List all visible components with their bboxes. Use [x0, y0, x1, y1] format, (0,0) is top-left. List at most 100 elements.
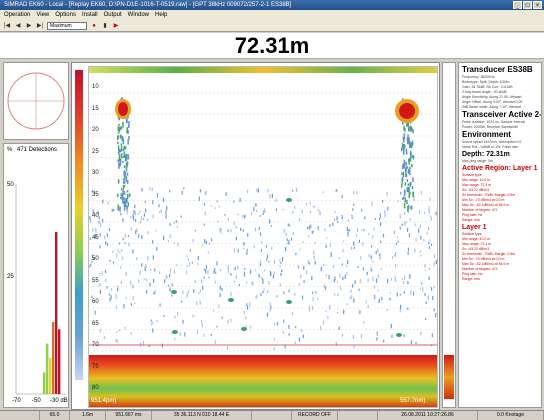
close-button[interactable]: ×	[533, 1, 542, 9]
record-button[interactable]: ●	[90, 22, 98, 30]
plume-target	[118, 126, 121, 133]
echo-target	[372, 235, 374, 239]
menu-install[interactable]: Install	[82, 10, 98, 20]
echo-target	[128, 242, 130, 247]
echo-target	[142, 218, 145, 220]
echo-target	[401, 277, 404, 280]
echo-target	[356, 227, 359, 232]
echo-target	[145, 208, 147, 213]
echo-target	[139, 220, 141, 224]
echo-target	[204, 211, 206, 216]
echo-target	[390, 323, 392, 329]
echo-target	[289, 224, 291, 227]
echo-target	[227, 229, 229, 232]
echo-target	[399, 214, 401, 219]
echo-target	[281, 269, 283, 273]
echo-target	[384, 210, 386, 214]
echo-target	[192, 239, 194, 243]
echo-target	[322, 191, 324, 194]
skip-end-button[interactable]: ▶|	[36, 22, 44, 30]
echo-target	[138, 279, 140, 284]
plume-target	[119, 148, 121, 153]
histogram-bar	[49, 358, 52, 394]
plume-target	[128, 136, 130, 140]
echo-target	[332, 222, 334, 226]
echo-target	[425, 301, 427, 304]
echo-target	[430, 217, 433, 221]
echo-target	[171, 294, 173, 297]
menu-options[interactable]: Options	[55, 10, 76, 20]
menu-window[interactable]: Window	[128, 10, 149, 20]
echo-target	[338, 326, 340, 331]
menu-output[interactable]: Output	[104, 10, 122, 20]
menu-operation[interactable]: Operation	[4, 10, 30, 20]
echo-target	[413, 197, 415, 201]
echo-target	[403, 211, 406, 215]
echo-target	[252, 282, 254, 286]
menu-help[interactable]: Help	[155, 10, 167, 20]
echo-target	[322, 320, 325, 325]
echo-target	[329, 304, 331, 310]
echo-target	[227, 217, 230, 221]
echo-target	[261, 278, 264, 281]
echo-target	[130, 227, 132, 231]
plume-target	[407, 206, 409, 212]
depth-tick-label: 20	[92, 127, 99, 133]
echo-target	[255, 203, 257, 207]
echo-target	[302, 241, 304, 243]
plume-target	[126, 172, 129, 176]
echo-target	[169, 274, 171, 278]
echo-target	[437, 233, 438, 237]
echo-target	[175, 220, 177, 223]
plume-target	[410, 205, 412, 210]
echo-target	[427, 295, 429, 300]
echo-target	[197, 262, 199, 265]
plume-target	[401, 172, 403, 176]
run-button[interactable]: ▶	[112, 22, 120, 30]
echo-target	[420, 331, 422, 336]
echo-target	[346, 272, 348, 275]
echo-target	[173, 270, 176, 274]
echo-target	[267, 290, 269, 293]
playback-speed-select[interactable]: Maximum	[47, 21, 87, 30]
echogram[interactable]	[88, 66, 438, 408]
echo-target	[407, 251, 409, 256]
play-button[interactable]: ▶	[25, 22, 33, 30]
plume-target	[408, 158, 410, 163]
depth-tick-label: 45	[92, 234, 99, 241]
echo-target	[314, 241, 316, 244]
echo-target	[432, 295, 434, 300]
echo-target	[113, 208, 115, 211]
echo-target	[120, 213, 122, 216]
minimize-button[interactable]: _	[513, 1, 522, 9]
echo-target	[275, 198, 277, 202]
plume-target	[117, 204, 120, 210]
echo-target	[242, 229, 244, 232]
echo-target	[253, 245, 255, 249]
echo-target	[314, 260, 316, 265]
echo-target	[246, 250, 248, 255]
echo-target	[144, 200, 146, 203]
echo-target	[360, 228, 363, 231]
echo-target	[312, 297, 314, 302]
pause-button[interactable]: ▮	[101, 22, 109, 30]
echo-target	[397, 240, 399, 243]
menu-view[interactable]: View	[36, 10, 49, 20]
echo-target	[336, 221, 339, 223]
echo-target	[237, 213, 239, 216]
echo-target	[173, 221, 175, 225]
echo-target	[295, 326, 297, 329]
step-back-button[interactable]: ◀	[14, 22, 22, 30]
echo-target	[336, 216, 338, 221]
echo-target	[138, 234, 140, 239]
echo-target	[353, 190, 355, 195]
echo-target	[399, 308, 401, 313]
skip-start-button[interactable]: |◀	[3, 22, 11, 30]
echo-target	[273, 271, 275, 275]
echo-target	[243, 310, 245, 315]
maximize-button[interactable]: □	[523, 1, 532, 9]
echo-target	[389, 297, 391, 301]
echo-target	[352, 208, 354, 211]
plume-target	[411, 140, 414, 146]
ts-histogram: 471 Detections % 50 25 -70 -50 -30 dB	[3, 143, 69, 408]
